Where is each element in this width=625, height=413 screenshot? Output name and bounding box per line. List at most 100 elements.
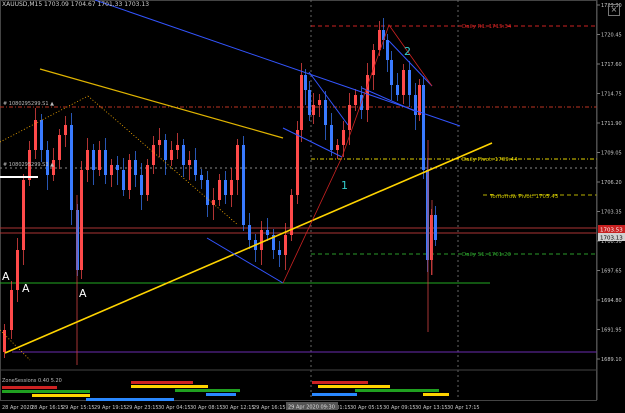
time-tick-label: 28 Apr 16:15: [31, 405, 64, 411]
price-chart[interactable]: 1723.301720.451717.601714.751711.901709.…: [0, 0, 625, 413]
candle-body: [296, 130, 299, 195]
price-tick-label: 1709.05: [601, 151, 622, 157]
candle-body: [3, 330, 6, 352]
candle-body: [194, 160, 197, 175]
candle-body: [170, 150, 173, 160]
candle-body: [242, 145, 245, 225]
object-label-1: # 1080295299.S1 ▲: [3, 101, 54, 107]
falling-trendline-yellow[interactable]: [39, 68, 284, 139]
candle-body: [304, 75, 307, 90]
candle-body: [278, 250, 281, 255]
candle-body: [402, 70, 405, 95]
price-tick-label: 1694.80: [601, 298, 622, 304]
price-tick-label: 1720.45: [601, 33, 622, 39]
time-tick-label: 30 Apr 13:15: [415, 405, 448, 411]
candle-body: [336, 145, 339, 150]
time-tick-label: 30 Apr 09:15: [383, 405, 416, 411]
candle-body: [248, 225, 251, 240]
candle-body: [342, 130, 345, 145]
candle-body: [164, 140, 167, 160]
time-tick-label: 28 Apr 2020: [2, 405, 33, 411]
bid-price-tag-text: 1703.53: [600, 228, 623, 234]
current-price-tag-text: 1703.13: [600, 236, 623, 242]
plot-frame: [0, 0, 597, 401]
candle-body: [86, 150, 89, 170]
candle-body: [348, 105, 351, 130]
candle-body: [134, 160, 137, 175]
candle-body: [230, 180, 233, 195]
indicator-label: ZoneSessions 0.40 5.20: [2, 378, 62, 384]
time-tick-label: 30 Apr 17:15: [447, 405, 480, 411]
dotted-trendline: [87, 95, 239, 226]
trading-chart-window[interactable]: 1723.30 1720.45 1717.60 1714.75 1711.90 1709.…: [0, 0, 625, 413]
price-tick-label: 1703.35: [601, 210, 622, 216]
candle-body: [312, 105, 315, 115]
candle-body: [70, 125, 73, 210]
candle-body: [122, 170, 125, 190]
time-tick-label: 29 Apr 23:15: [126, 405, 159, 411]
candlestick-series: [3, 18, 437, 365]
candle-body: [40, 120, 43, 150]
candle-body: [188, 160, 191, 165]
channel-line[interactable]: [282, 127, 343, 158]
candle-body: [318, 100, 321, 105]
s1-label: Daily S1: 1701.23: [462, 252, 512, 258]
time-axis-ticks: 28 Apr 202028 Apr 16:1529 Apr 15:15 29 Ap…: [2, 405, 480, 411]
candle-body: [92, 150, 95, 170]
candle-body: [10, 290, 13, 330]
session-bars: [2, 381, 449, 401]
wave-label-2: 2: [404, 45, 411, 58]
symbol-header: XAUUSD,M15 1703.09 1704.67 1701.33 1703.…: [2, 1, 150, 8]
price-tick-label: 1711.90: [601, 121, 622, 127]
channel-line[interactable]: [308, 71, 349, 126]
price-tick-label: 1689.10: [601, 357, 622, 363]
time-tick-label: 30 Apr 04:15: [158, 405, 191, 411]
wave-label-1: 1: [341, 179, 348, 192]
price-tick-label: 1691.95: [601, 328, 622, 334]
candle-body: [266, 230, 269, 235]
a-marker-label: A: [79, 287, 87, 300]
time-tick-label: 29 Apr 19:15: [94, 405, 127, 411]
price-tick-label: 1697.65: [601, 269, 622, 275]
candle-body: [58, 135, 61, 160]
candle-body: [80, 170, 83, 270]
time-tick-label: 30 Apr 05:15: [350, 405, 383, 411]
candle-body: [378, 30, 381, 50]
candle-body: [300, 75, 303, 130]
time-tick-label: 30 Apr 12:15: [222, 405, 255, 411]
time-tick-label: 29 Apr 16:15: [253, 405, 286, 411]
time-tick-label: 30 Apr 08:15: [190, 405, 223, 411]
candle-body: [116, 165, 119, 170]
time-highlight-label: 29 Apr 2020 09:30: [288, 405, 335, 411]
object-label-2: # 1080295299.S3 ▲: [3, 162, 54, 168]
candle-body: [386, 40, 389, 60]
candle-body: [104, 150, 107, 175]
candle-body: [64, 125, 67, 135]
candle-body: [390, 60, 393, 85]
close-chart-button[interactable]: ×: [608, 4, 620, 16]
price-tick-label: 1706.20: [601, 180, 622, 186]
candle-body: [324, 100, 327, 125]
tomorrow-pivot-label: Tomorrow Pivot: 1705.43: [489, 194, 559, 200]
candle-body: [426, 170, 429, 260]
candle-body: [396, 85, 399, 95]
price-axis[interactable]: [597, 0, 625, 400]
candle-body: [422, 85, 425, 170]
candle-body: [128, 160, 131, 190]
candle-body: [434, 215, 437, 240]
a-marker-label: A: [22, 282, 30, 295]
candle-body: [98, 150, 101, 170]
candle-body: [146, 165, 149, 195]
candle-body: [34, 120, 37, 150]
candle-body: [176, 145, 179, 150]
candle-body: [260, 230, 263, 250]
candle-body: [22, 180, 25, 250]
candle-body: [152, 145, 155, 165]
candle-body: [200, 175, 203, 180]
candle-body: [16, 250, 19, 290]
candle-body: [354, 95, 357, 105]
candle-body: [366, 75, 369, 110]
candle-body: [236, 145, 239, 180]
candle-body: [308, 90, 311, 115]
candle-body: [330, 125, 333, 150]
